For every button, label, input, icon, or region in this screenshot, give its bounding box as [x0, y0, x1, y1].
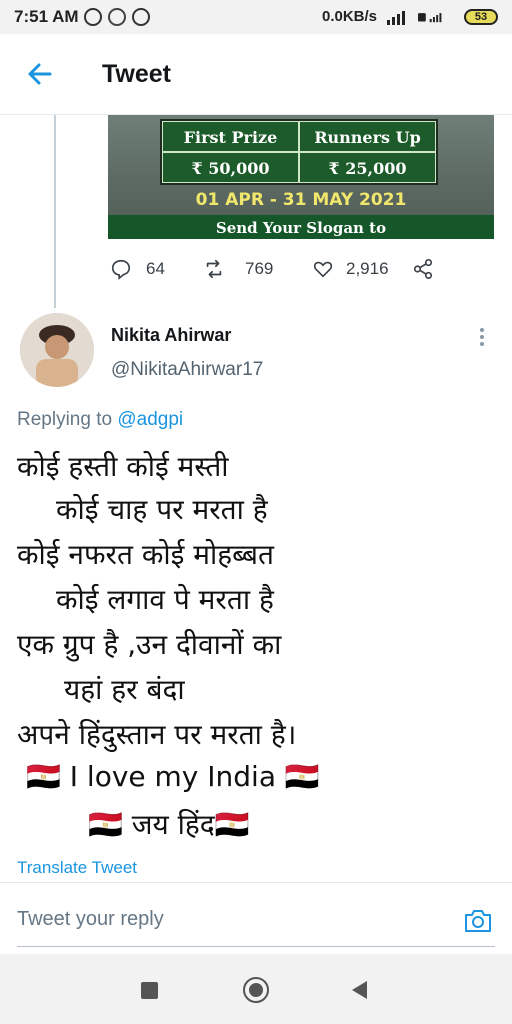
home-button-dot: [249, 983, 263, 997]
card-footer-text: Send Your Slogan to: [108, 215, 494, 239]
system-back-button[interactable]: [352, 981, 367, 999]
retweet-count: 769: [245, 259, 274, 278]
battery-icon: 53: [464, 9, 498, 25]
runners-up-header: Runners Up: [299, 121, 436, 152]
status-time: 7:51 AM: [14, 7, 79, 26]
tweet-line-4: कोई लगाव पे मरता है: [56, 583, 274, 616]
recent-apps-button[interactable]: [141, 982, 158, 999]
first-prize-value: ₹ 50,000: [162, 152, 299, 183]
tweet-line-6: यहां हर बंदा: [64, 673, 185, 706]
thread-connector: [54, 115, 56, 308]
tweet-line-7: अपने हिंदुस्तान पर मरता है।: [17, 718, 297, 751]
app-header: [0, 34, 512, 115]
retweet-icon[interactable]: [203, 258, 225, 280]
author-handle[interactable]: @NikitaAhirwar17: [111, 359, 263, 381]
first-prize-header: First Prize: [162, 121, 299, 152]
camera-icon[interactable]: [462, 905, 494, 937]
avatar-image: [20, 313, 94, 387]
like-count: 2,916: [346, 259, 389, 278]
reply-divider: [0, 882, 512, 883]
tweet-line-1: कोई हस्ती कोई मस्ती: [17, 450, 229, 483]
prize-table: First Prize Runners Up ₹ 50,000 ₹ 25,000: [160, 119, 438, 185]
replying-to: Replying to @adgpi: [17, 409, 183, 431]
volte-signal-icon: [418, 13, 442, 23]
network-speed: 0.0KB/s: [322, 8, 378, 25]
signal-icon: [387, 11, 405, 25]
replying-to-link[interactable]: @adgpi: [117, 409, 183, 430]
tweet-line-2: कोई चाह पर मरता है: [56, 493, 268, 526]
tweet-line-9: 🇪🇬 जय हिंद🇪🇬: [88, 808, 250, 841]
status-bar: 7:51 AM 0.0KB/s 53: [0, 0, 512, 34]
tweet-line-5: एक ग्रुप है ,उन दीवानों का: [17, 628, 282, 661]
status-app-icon: [84, 8, 102, 26]
tweet-line-3: कोई नफरत कोई मोहब्बत: [17, 538, 274, 571]
translate-tweet-link[interactable]: Translate Tweet: [17, 858, 137, 878]
whatsapp-icon: [132, 8, 150, 26]
tweet-line-8: 🇪🇬 I love my India 🇪🇬: [26, 760, 320, 793]
runners-up-value: ₹ 25,000: [299, 152, 436, 183]
like-icon[interactable]: [312, 258, 334, 280]
back-arrow-icon[interactable]: [24, 58, 56, 90]
chrome-icon: [108, 8, 126, 26]
more-options-icon[interactable]: [476, 327, 488, 347]
avatar[interactable]: [20, 313, 94, 387]
author-name[interactable]: Nikita Ahirwar: [111, 325, 231, 346]
replying-prefix: Replying to: [17, 409, 118, 430]
reply-input[interactable]: Tweet your reply: [17, 908, 164, 931]
reply-icon[interactable]: [110, 258, 132, 280]
share-icon[interactable]: [412, 258, 434, 280]
contest-dates: 01 APR - 31 MAY 2021: [195, 190, 407, 210]
reply-input-underline: [17, 946, 495, 947]
reply-count: 64: [146, 259, 165, 278]
page-title: Tweet: [102, 60, 171, 88]
